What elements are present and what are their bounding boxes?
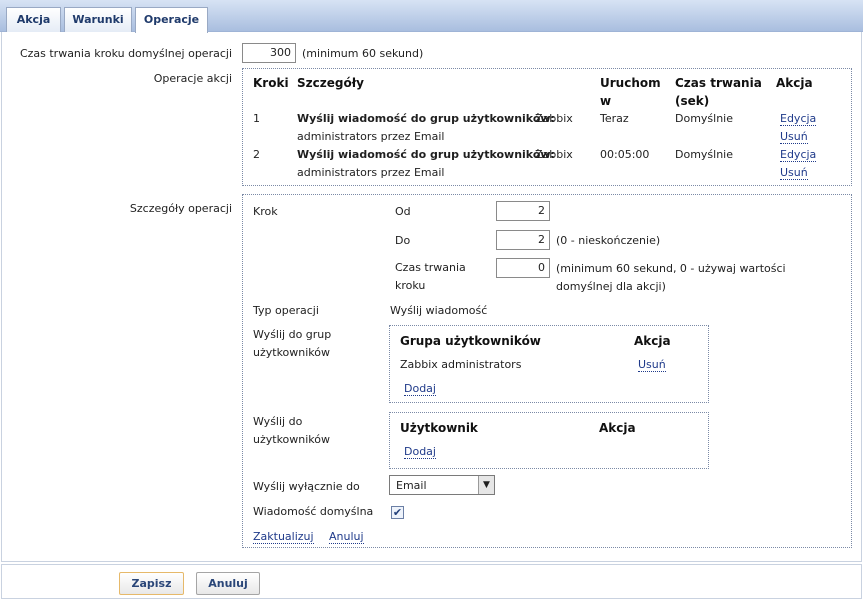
row-details-bold: Wyślij wiadomość do grup użytkowników: <box>297 112 555 125</box>
col-details: Szczegóły <box>297 76 364 90</box>
group-name: Zabbix administrators <box>400 358 522 371</box>
send-to-groups-label: Wyślij do grup <box>253 328 332 341</box>
to-label: Do <box>395 234 411 247</box>
step-duration-label-2: kroku <box>395 279 426 292</box>
step-duration-input[interactable]: 300 <box>242 43 296 63</box>
send-only-to-label: Wyślij wyłącznie do <box>253 480 360 493</box>
action-operations-table: Kroki Szczegóły Uruchom w Czas trwania (… <box>242 68 852 186</box>
edit-link[interactable]: Edycja <box>780 148 817 162</box>
remove-link[interactable]: Usuń <box>780 130 808 144</box>
send-only-to-select[interactable]: Email ▼ <box>389 475 495 495</box>
row-details-rest-2: administrators przez Email <box>297 130 445 143</box>
step-duration-hint-2: domyślnej dla akcji) <box>556 280 666 293</box>
col-duration: Czas trwania <box>675 76 762 90</box>
col-user-action: Akcja <box>599 421 636 435</box>
row-step: 2 <box>253 148 260 161</box>
send-only-to-value: Email <box>396 479 427 492</box>
col-start-2: w <box>600 94 612 108</box>
cancel-button[interactable]: Anuluj <box>196 572 260 595</box>
remove-group-link[interactable]: Usuń <box>638 358 666 372</box>
save-button[interactable]: Zapisz <box>119 572 184 595</box>
step-duration-label: Czas trwania <box>395 261 466 274</box>
row-details-rest-2: administrators przez Email <box>297 166 445 179</box>
step-duration-label: Czas trwania kroku domyślnej operacji <box>19 47 232 60</box>
step-label: Krok <box>253 205 278 218</box>
step-duration-hint: (minimum 60 sekund) <box>302 47 424 60</box>
to-hint: (0 - nieskończenie) <box>556 234 661 247</box>
cancel-link[interactable]: Anuluj <box>329 530 364 544</box>
row-duration: Domyślnie <box>675 148 734 161</box>
operation-details-label: Szczegóły operacji <box>129 202 232 215</box>
form-footer: Zapisz Anuluj <box>1 564 862 599</box>
send-to-users-label-2: użytkowników <box>253 433 331 446</box>
step-duration-hint: (minimum 60 sekund, 0 - używaj wartości <box>556 262 786 275</box>
tab-action[interactable]: Akcja <box>6 7 61 32</box>
update-link[interactable]: Zaktualizuj <box>253 530 314 544</box>
col-user-group: Grupa użytkowników <box>400 334 541 348</box>
add-user-link[interactable]: Dodaj <box>404 445 436 459</box>
row-details-rest: Zabbix <box>535 148 573 161</box>
chevron-down-icon: ▼ <box>478 476 494 494</box>
from-input[interactable]: 2 <box>496 201 550 221</box>
default-message-label: Wiadomość domyślna <box>253 505 374 518</box>
col-user: Użytkownik <box>400 421 478 435</box>
row-duration: Domyślnie <box>675 112 734 125</box>
row-start: 00:05:00 <box>600 148 650 161</box>
default-message-checkbox[interactable]: ✔ <box>391 506 404 519</box>
col-steps: Kroki <box>253 76 289 90</box>
col-start: Uruchom <box>600 76 661 90</box>
from-label: Od <box>395 205 411 218</box>
remove-link[interactable]: Usuń <box>780 166 808 180</box>
user-groups-table: Grupa użytkowników Akcja Zabbix administ… <box>389 325 709 403</box>
row-details-rest: Zabbix <box>535 112 573 125</box>
col-group-action: Akcja <box>634 334 671 348</box>
row-start: Teraz <box>600 112 629 125</box>
users-table: Użytkownik Akcja Dodaj <box>389 412 709 469</box>
row-step: 1 <box>253 112 260 125</box>
operation-details-box: Krok Od 2 Do 2 (0 - nieskończenie) Czas … <box>242 194 852 548</box>
edit-link[interactable]: Edycja <box>780 112 817 126</box>
operation-type-label: Typ operacji <box>253 304 319 317</box>
action-operations-label: Operacje akcji <box>153 72 232 85</box>
tab-conditions[interactable]: Warunki <box>64 7 132 32</box>
add-group-link[interactable]: Dodaj <box>404 382 436 396</box>
tab-operations[interactable]: Operacje <box>135 7 208 33</box>
step-duration-input[interactable]: 0 <box>496 258 550 278</box>
col-duration-2: (sek) <box>675 94 710 108</box>
operation-type-value: Wyślij wiadomość <box>390 304 488 317</box>
send-to-users-label: Wyślij do <box>253 415 303 428</box>
operations-form: Czas trwania kroku domyślnej operacji 30… <box>1 32 862 562</box>
col-action: Akcja <box>776 76 813 90</box>
tab-bar: Akcja Warunki Operacje <box>0 0 863 33</box>
send-to-groups-label-2: użytkowników <box>253 346 331 359</box>
row-details-bold: Wyślij wiadomość do grup użytkowników: <box>297 148 555 161</box>
to-input[interactable]: 2 <box>496 230 550 250</box>
